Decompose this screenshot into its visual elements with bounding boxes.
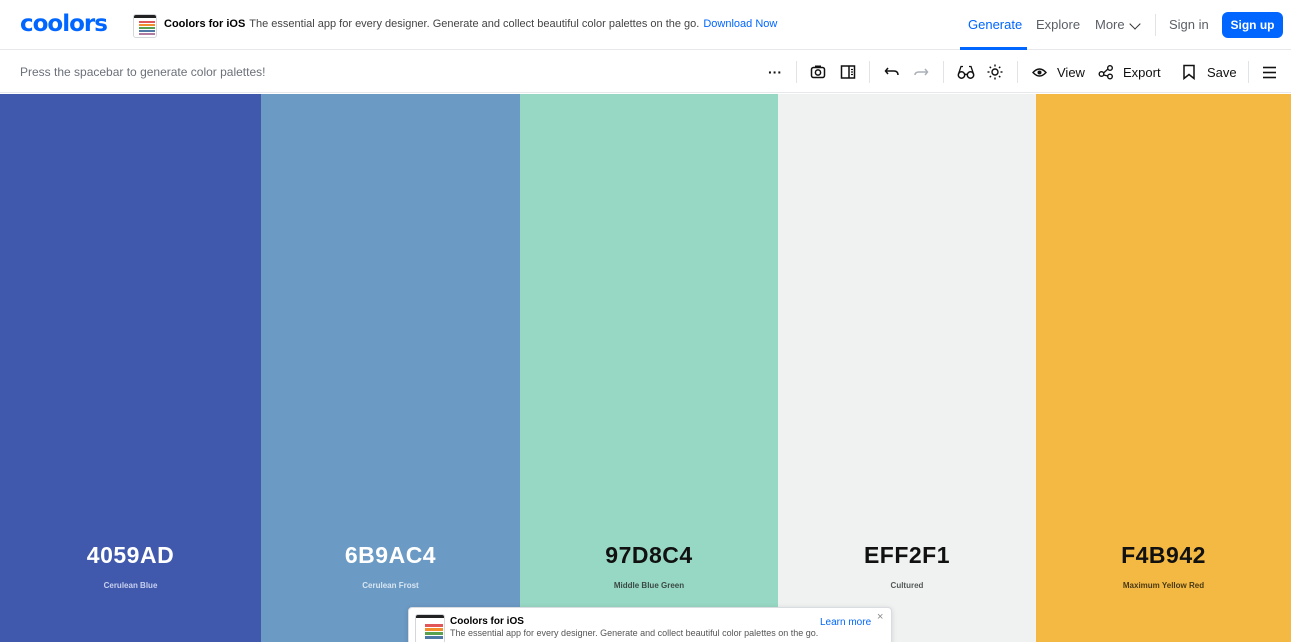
color-name: Cerulean Blue [103, 581, 158, 590]
sun-icon[interactable] [985, 62, 1005, 82]
toolbar-divider [1017, 61, 1018, 83]
color-name: Cultured [890, 581, 924, 590]
menu-icon[interactable] [1259, 62, 1279, 82]
undo-icon[interactable] [882, 62, 902, 82]
nav-generate[interactable]: Generate [968, 17, 1022, 32]
color-hex-code[interactable]: 4059AD [0, 542, 261, 569]
save-button[interactable]: Save [1207, 65, 1237, 80]
more-icon[interactable]: ··· [765, 62, 785, 82]
color-hex-code[interactable]: 97D8C4 [520, 542, 778, 569]
view-button[interactable]: View [1057, 65, 1085, 80]
color-swatch[interactable]: 4059AD Cerulean Blue [0, 94, 261, 642]
chevron-down-icon[interactable] [1129, 18, 1141, 30]
color-name: Middle Blue Green [613, 581, 685, 590]
generator-toolbar: Press the spacebar to generate color pal… [0, 50, 1291, 93]
color-hex-code[interactable]: EFF2F1 [778, 542, 1036, 569]
coolors-logo[interactable]: coolors [20, 11, 108, 37]
promo-title: Coolors for iOS [164, 18, 246, 30]
camera-icon[interactable] [808, 62, 828, 82]
popup-title: Coolors for iOS [450, 616, 524, 627]
nav-divider [1155, 14, 1156, 36]
promo-description: The essential app for every designer. Ge… [249, 18, 700, 30]
color-palette: 4059AD Cerulean Blue 6B9AC4 Cerulean Fro… [0, 94, 1291, 642]
ios-app-popup: Coolors for iOS The essential app for ev… [408, 607, 892, 642]
glasses-icon[interactable] [955, 62, 977, 82]
color-hex-code[interactable]: 6B9AC4 [261, 542, 520, 569]
color-name: Cerulean Frost [362, 581, 419, 590]
download-now-link[interactable]: Download Now [703, 18, 777, 30]
app-promo-banner: Coolors for iOS The essential app for eve… [164, 18, 777, 30]
color-hex-code[interactable]: F4B942 [1036, 542, 1291, 569]
spacebar-hint: Press the spacebar to generate color pal… [20, 65, 266, 79]
color-swatch[interactable]: F4B942 Maximum Yellow Red [1036, 94, 1291, 642]
learn-more-link[interactable]: Learn more [820, 617, 871, 628]
top-navbar: coolors Coolors for iOS The essential app… [0, 0, 1291, 50]
sign-in-link[interactable]: Sign in [1169, 17, 1209, 32]
eye-icon[interactable] [1030, 62, 1048, 82]
toolbar-divider [1248, 61, 1249, 83]
app-promo-icon [133, 14, 157, 38]
toolbar-divider [943, 61, 944, 83]
app-promo-icon [415, 614, 445, 642]
color-name: Maximum Yellow Red [1122, 581, 1205, 590]
close-icon[interactable]: × [877, 611, 883, 623]
color-swatch[interactable]: 97D8C4 Middle Blue Green [520, 94, 778, 642]
bookmark-icon[interactable] [1180, 62, 1198, 82]
toolbar-divider [796, 61, 797, 83]
nav-more[interactable]: More [1095, 17, 1125, 32]
toolbar-divider [869, 61, 870, 83]
redo-icon[interactable] [911, 62, 931, 82]
nav-explore[interactable]: Explore [1036, 17, 1080, 32]
export-button[interactable]: Export [1123, 65, 1161, 80]
panel-icon[interactable] [838, 62, 858, 82]
share-icon[interactable] [1096, 62, 1116, 82]
color-swatch[interactable]: EFF2F1 Cultured [778, 94, 1036, 642]
color-swatch[interactable]: 6B9AC4 Cerulean Frost [261, 94, 520, 642]
sign-up-button[interactable]: Sign up [1222, 12, 1283, 38]
popup-description: The essential app for every designer. Ge… [450, 628, 819, 638]
